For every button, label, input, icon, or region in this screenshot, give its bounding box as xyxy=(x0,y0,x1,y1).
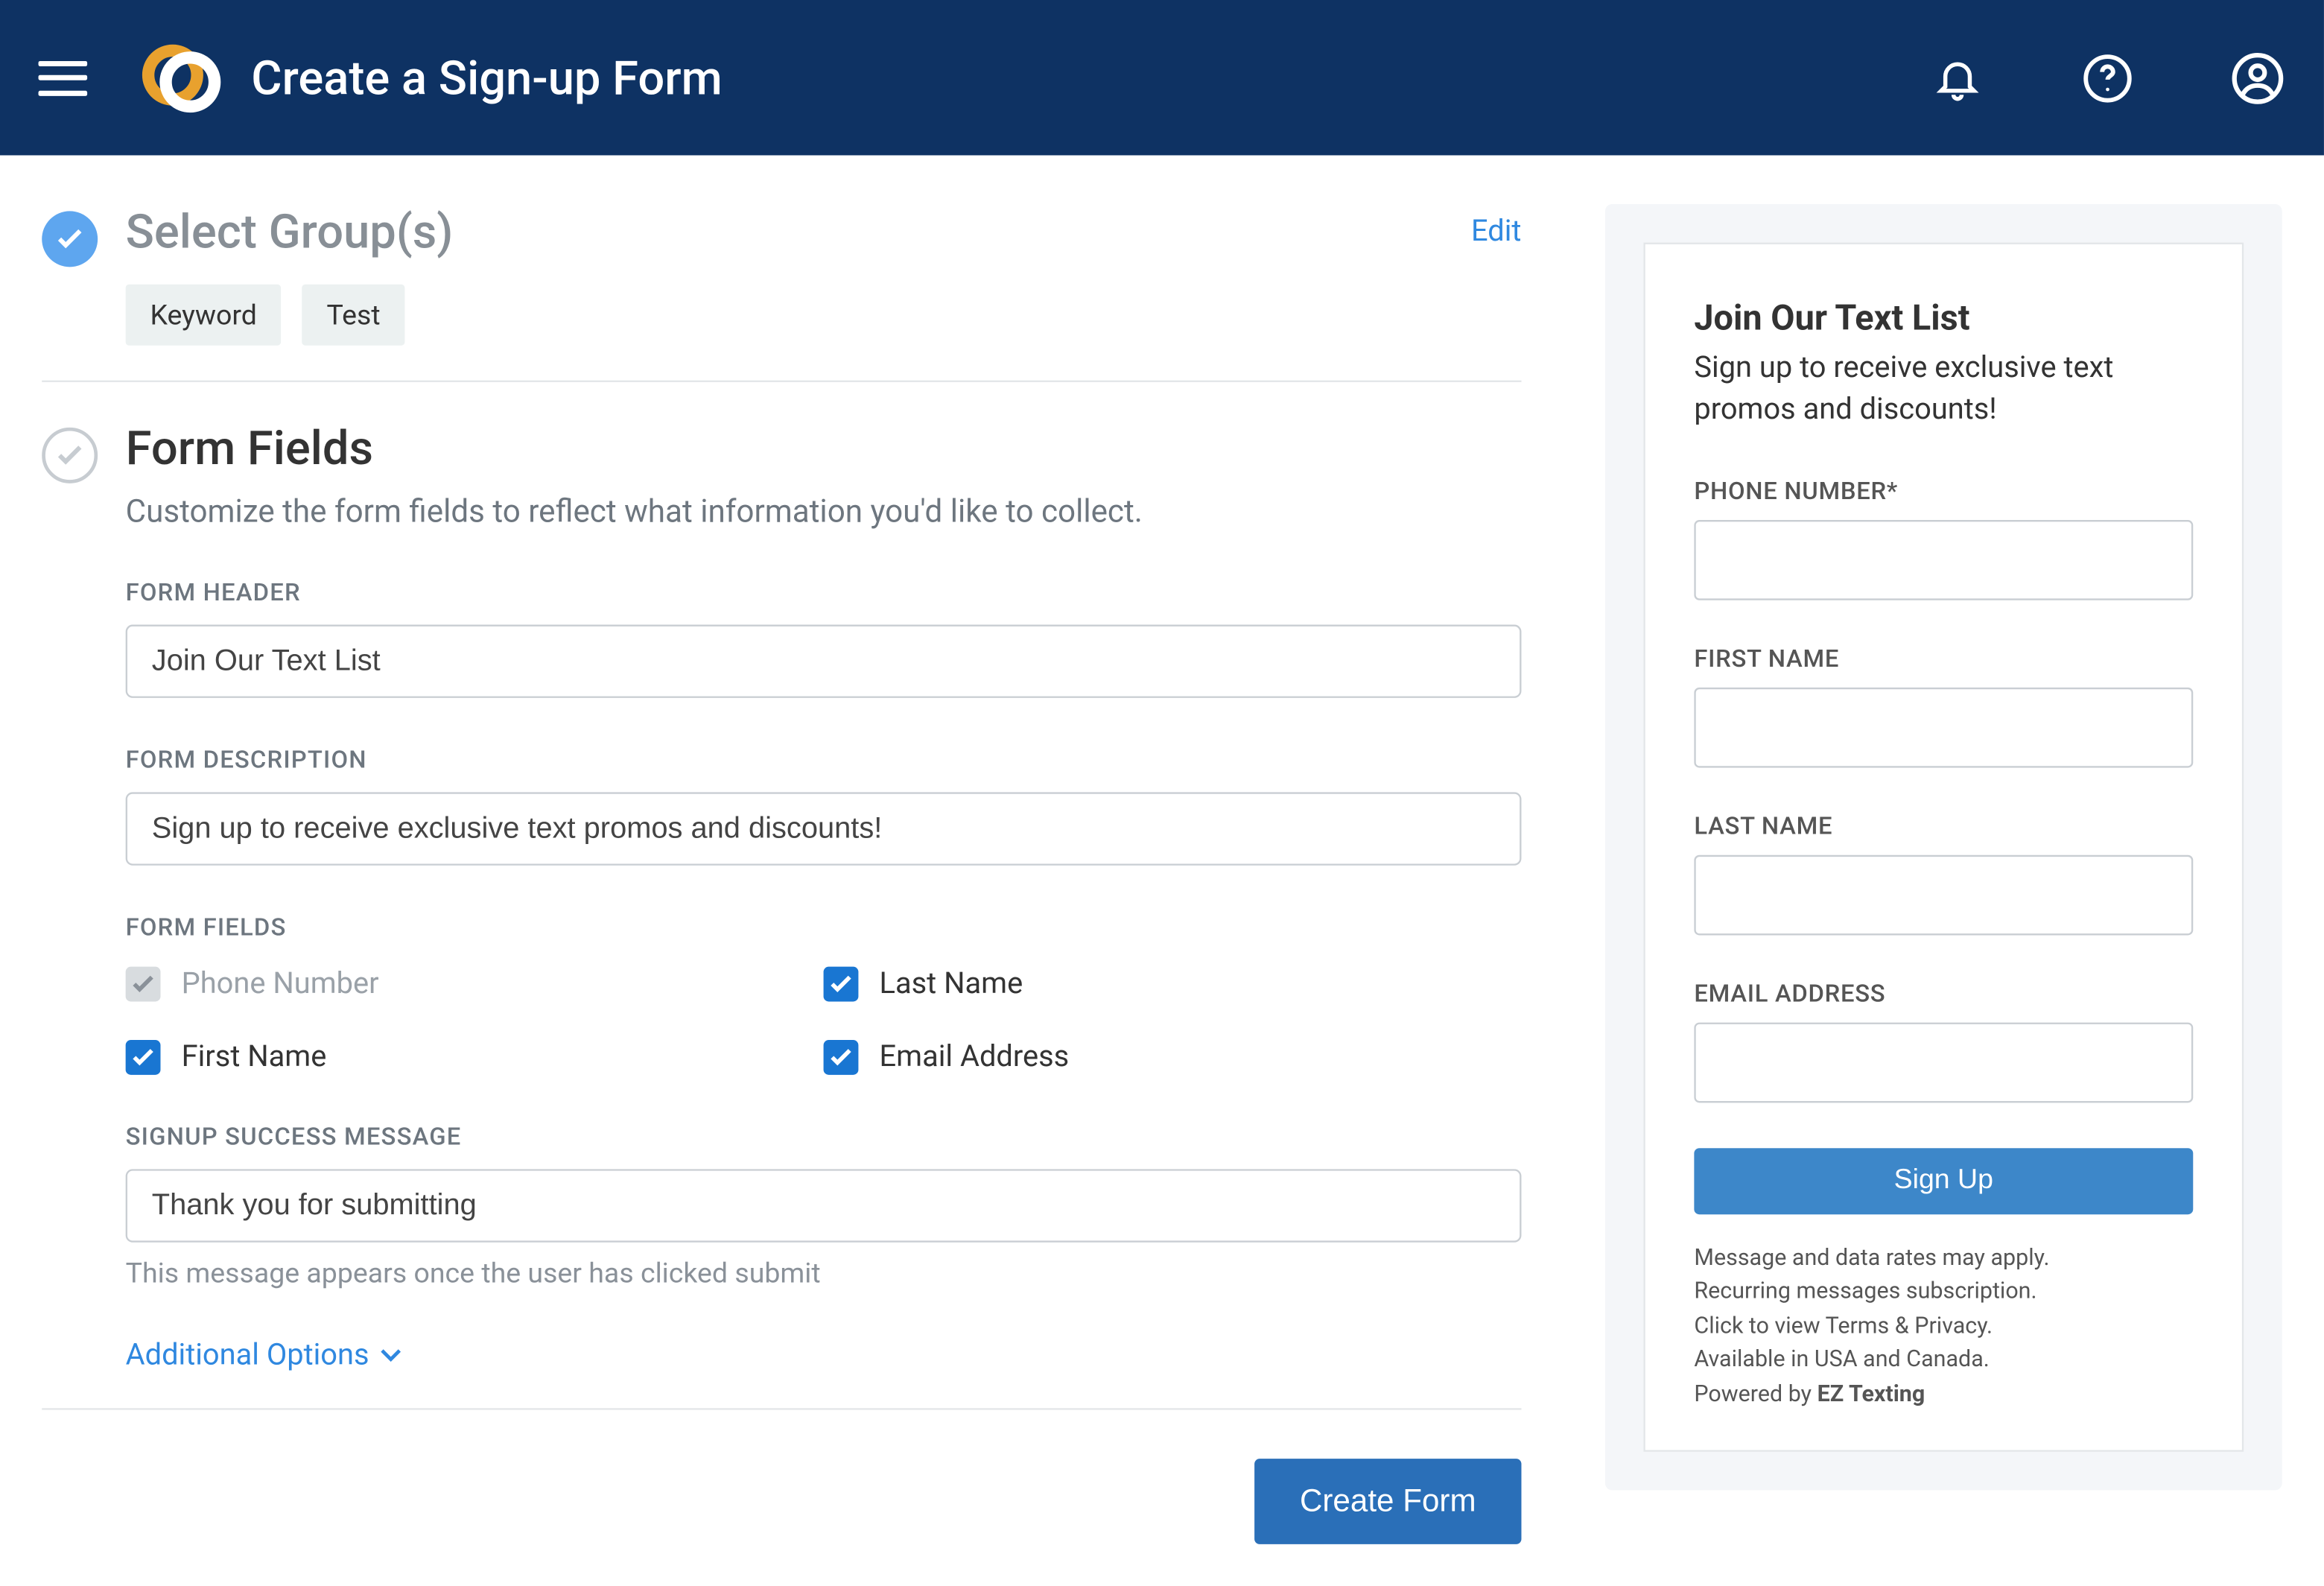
preview-card: Join Our Text List Sign up to receive ex… xyxy=(1643,243,2244,1452)
preview-field-label: FIRST NAME xyxy=(1694,645,2193,673)
step-title: Select Group(s) xyxy=(126,204,454,260)
step-subtitle: Customize the form fields to reflect wha… xyxy=(126,494,1522,530)
preview-field-input[interactable] xyxy=(1694,1022,2193,1103)
help-icon[interactable] xyxy=(2080,50,2136,106)
step-title: Form Fields xyxy=(126,420,1522,476)
edit-groups-link[interactable]: Edit xyxy=(1471,215,1521,250)
form-description-input[interactable] xyxy=(126,792,1522,865)
page-title: Create a Sign-up Form xyxy=(251,50,722,106)
success-message-helper: This message appears once the user has c… xyxy=(126,1256,1522,1290)
preview-description: Sign up to receive exclusive text promos… xyxy=(1694,349,2193,431)
preview-panel: Join Our Text List Sign up to receive ex… xyxy=(1605,204,2282,1490)
field-checkbox-row: Last Name xyxy=(824,967,1522,1002)
step-select-groups: Select Group(s) Edit Keyword Test xyxy=(42,204,1521,381)
divider xyxy=(42,1408,1521,1409)
preview-field-label: PHONE NUMBER* xyxy=(1694,478,2193,505)
field-checkbox-row: Email Address xyxy=(824,1040,1522,1075)
group-chip[interactable]: Test xyxy=(302,285,405,346)
preview-legal-text: Message and data rates may apply.Recurri… xyxy=(1694,1242,2193,1412)
additional-options-label: Additional Options xyxy=(126,1339,369,1374)
group-chip[interactable]: Keyword xyxy=(126,285,282,346)
app-header: Create a Sign-up Form xyxy=(0,0,2324,155)
field-checkbox-row: Phone Number xyxy=(126,967,824,1002)
checkbox[interactable] xyxy=(824,967,859,1002)
success-message-label: SIGNUP SUCCESS MESSAGE xyxy=(126,1123,1522,1151)
checkbox-label: Last Name xyxy=(880,967,1023,1002)
chevron-down-icon xyxy=(380,1349,401,1363)
preview-field-label: EMAIL ADDRESS xyxy=(1694,980,2193,1007)
preview-field-label: LAST NAME xyxy=(1694,813,2193,840)
success-message-input[interactable] xyxy=(126,1169,1522,1242)
preview-title: Join Our Text List xyxy=(1694,296,2193,338)
divider xyxy=(42,381,1521,382)
step-form-fields: Form Fields Customize the form fields to… xyxy=(42,420,1521,1408)
form-header-input[interactable] xyxy=(126,625,1522,698)
create-form-button[interactable]: Create Form xyxy=(1254,1459,1521,1544)
preview-field-input[interactable] xyxy=(1694,687,2193,767)
preview-field-input[interactable] xyxy=(1694,519,2193,600)
preview-field-input[interactable] xyxy=(1694,854,2193,935)
form-header-label: FORM HEADER xyxy=(126,580,1522,607)
checkbox xyxy=(126,967,161,1002)
app-logo[interactable] xyxy=(139,36,223,119)
checkbox-label: Email Address xyxy=(880,1040,1070,1075)
account-icon[interactable] xyxy=(2229,50,2285,106)
checkbox[interactable] xyxy=(126,1040,161,1075)
form-fields-label: FORM FIELDS xyxy=(126,914,1522,942)
step-complete-icon xyxy=(42,211,98,267)
checkbox[interactable] xyxy=(824,1040,859,1075)
checkbox-label: First Name xyxy=(182,1040,327,1075)
additional-options-toggle[interactable]: Additional Options xyxy=(126,1339,401,1374)
notifications-icon[interactable] xyxy=(1930,50,1986,106)
step-pending-icon xyxy=(42,428,98,483)
preview-signup-button[interactable]: Sign Up xyxy=(1694,1147,2193,1214)
checkbox-label: Phone Number xyxy=(182,967,379,1002)
form-description-label: FORM DESCRIPTION xyxy=(126,747,1522,775)
field-checkbox-row: First Name xyxy=(126,1040,824,1075)
menu-icon[interactable] xyxy=(39,60,88,95)
